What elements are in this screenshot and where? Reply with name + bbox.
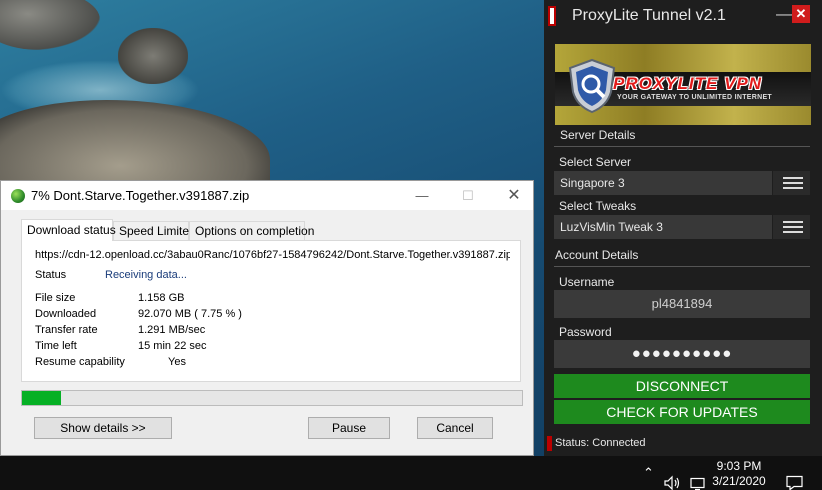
tweaks-select[interactable]: LuzVisMin Tweak 3 — [554, 215, 810, 239]
close-button[interactable]: ✕ — [491, 181, 537, 210]
status-value: Receiving data... — [105, 269, 187, 281]
download-progress-fill — [22, 391, 61, 405]
file-size-label: File size — [35, 292, 76, 304]
chevron-up-icon[interactable]: ⌃ — [643, 465, 654, 490]
download-status-panel: https://cdn-12.openload.cc/3abau0Ranc/10… — [21, 240, 521, 382]
time-left-value: 15 min 22 sec — [138, 340, 207, 352]
speaker-icon[interactable] — [664, 466, 682, 490]
download-window: 7% Dont.Starve.Together.v391887.zip — ☐ … — [0, 180, 534, 456]
time-left-label: Time left — [35, 340, 77, 352]
server-details-heading: Server Details — [560, 128, 636, 142]
select-server-label: Select Server — [559, 155, 632, 169]
proxylite-app-icon — [548, 6, 556, 26]
proxylite-title: ProxyLite Tunnel v2.1 — [572, 7, 726, 24]
server-select[interactable]: Singapore 3 — [554, 171, 810, 195]
tab-download-status[interactable]: Download status — [21, 219, 116, 241]
connection-status: Status: Connected — [555, 437, 646, 449]
pause-button[interactable]: Pause — [308, 417, 390, 439]
status-indicator — [547, 436, 552, 451]
show-details-button[interactable]: Show details >> — [34, 417, 172, 439]
check-for-updates-button[interactable]: CHECK FOR UPDATES — [554, 400, 810, 424]
minimize-button[interactable]: — — [399, 181, 445, 210]
section-divider — [554, 146, 810, 147]
taskbar: ⌃ 9:03 PM 3/21/2020 — [0, 456, 822, 490]
transfer-rate-label: Transfer rate — [35, 324, 98, 336]
proxylite-minimize-button[interactable]: — — [774, 6, 794, 24]
download-url: https://cdn-12.openload.cc/3abau0Ranc/10… — [35, 249, 510, 261]
server-select-value: Singapore 3 — [560, 176, 625, 190]
download-window-titlebar[interactable]: 7% Dont.Starve.Together.v391887.zip — ☐ … — [1, 181, 533, 210]
proxylite-window: ProxyLite Tunnel v2.1 — ✕ PROXYLITE VPN … — [544, 0, 822, 456]
proxylite-close-button[interactable]: ✕ — [792, 5, 810, 23]
server-menu-icon[interactable] — [772, 171, 810, 195]
downloaded-value: 92.070 MB ( 7.75 % ) — [138, 308, 242, 320]
cancel-button[interactable]: Cancel — [417, 417, 493, 439]
resume-capability-value: Yes — [168, 356, 186, 368]
banner-brand-text: PROXYLITE VPN — [613, 74, 763, 93]
download-progress-bar — [21, 390, 523, 406]
taskbar-clock[interactable]: 9:03 PM 3/21/2020 — [708, 459, 770, 489]
tab-options-on-completion[interactable]: Options on completion — [189, 221, 314, 241]
account-details-heading: Account Details — [555, 248, 639, 262]
section-divider — [554, 266, 810, 267]
banner-tagline: YOUR GATEWAY TO UNLIMITED INTERNET — [617, 94, 773, 101]
clock-time: 9:03 PM — [716, 459, 762, 473]
username-field[interactable]: pl4841894 — [554, 290, 810, 318]
tweaks-menu-icon[interactable] — [772, 215, 810, 239]
file-size-value: 1.158 GB — [138, 292, 185, 304]
wallpaper-rock — [118, 28, 188, 84]
select-tweaks-label: Select Tweaks — [559, 199, 637, 213]
downloaded-label: Downloaded — [35, 308, 97, 320]
username-label: Username — [559, 275, 615, 289]
download-manager-icon — [11, 189, 25, 203]
resume-capability-label: Resume capability — [35, 356, 125, 368]
transfer-rate-value: 1.291 MB/sec — [138, 324, 206, 336]
wallpaper-rock — [0, 0, 100, 50]
network-icon[interactable] — [690, 467, 706, 490]
download-window-title: 7% Dont.Starve.Together.v391887.zip — [31, 188, 250, 203]
password-label: Password — [559, 325, 612, 339]
tab-speed-limiter[interactable]: Speed Limiter — [113, 221, 193, 241]
password-field[interactable]: ●●●●●●●●●● — [554, 340, 810, 368]
disconnect-button[interactable]: DISCONNECT — [554, 374, 810, 398]
proxylite-banner: PROXYLITE VPN YOUR GATEWAY TO UNLIMITED … — [555, 44, 811, 125]
clock-date: 3/21/2020 — [712, 474, 766, 488]
notification-icon[interactable] — [786, 466, 803, 490]
maximize-button[interactable]: ☐ — [445, 181, 491, 210]
status-label: Status — [35, 269, 67, 281]
proxylite-titlebar[interactable]: ProxyLite Tunnel v2.1 — ✕ — [544, 0, 822, 34]
shield-logo-icon — [568, 58, 616, 114]
proxylite-status-bar: Status: Connected — [544, 432, 822, 456]
tweaks-select-value: LuzVisMin Tweak 3 — [560, 220, 663, 234]
